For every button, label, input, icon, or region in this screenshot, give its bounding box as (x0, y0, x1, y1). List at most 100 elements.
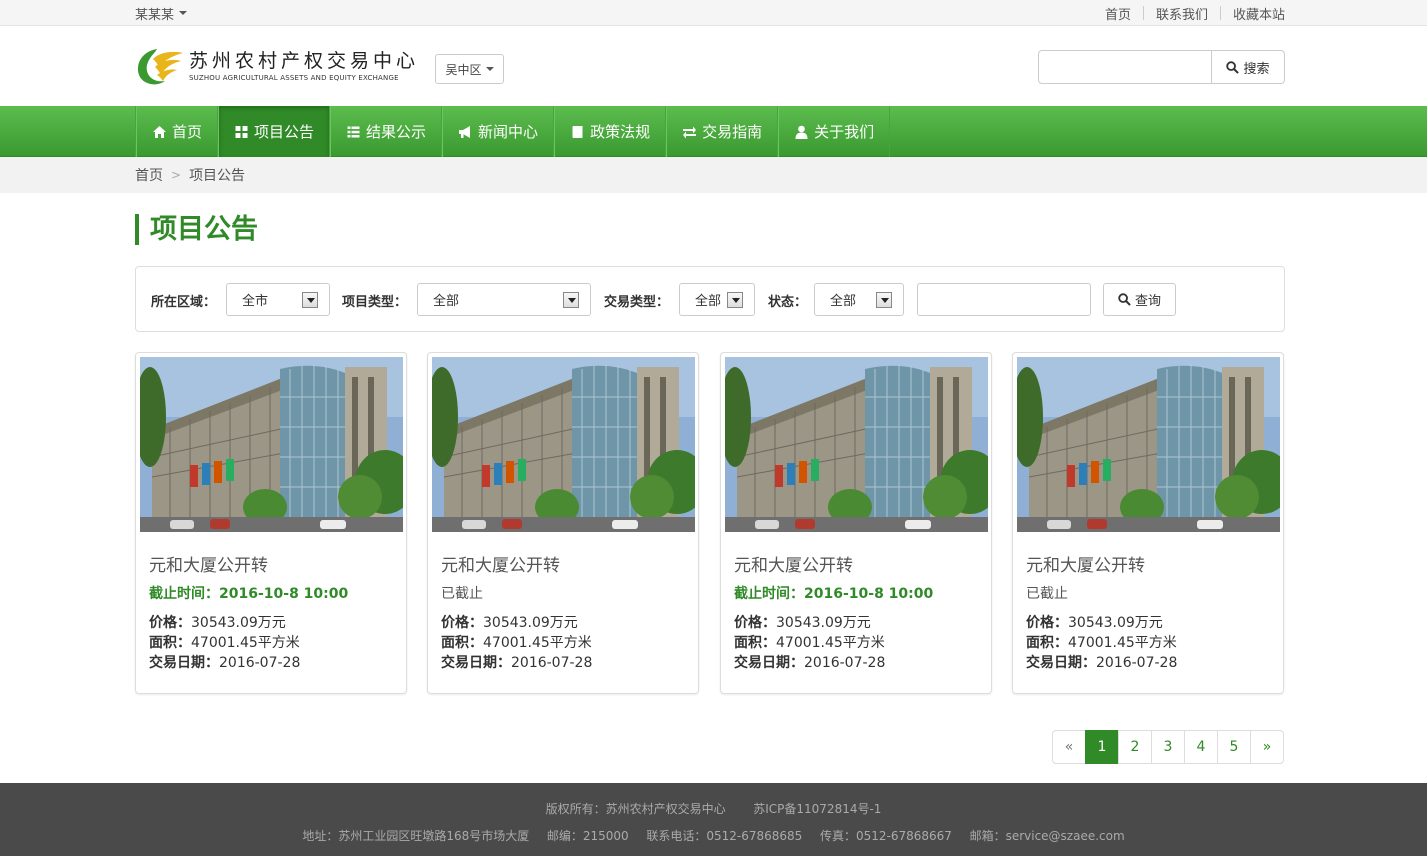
project-card[interactable]: 元和大厦公开转 已截止 价格：30543.09万元 面积：47001.45平方米… (1012, 352, 1284, 694)
top-link-bookmark[interactable]: 收藏本站 (1233, 4, 1285, 23)
price-value: 30543.09万元 (191, 615, 286, 631)
trade-filter-label: 交易类型： (604, 295, 670, 310)
nav-label: 政策法规 (590, 123, 651, 141)
footer: 版权所有：苏州农村产权交易中心 苏ICP备11072814号-1 地址：苏州工业… (0, 783, 1427, 856)
date-value: 2016-07-28 (219, 655, 301, 671)
nav-guide[interactable]: 交易指南 (666, 106, 779, 157)
price-label: 价格： (1026, 615, 1068, 631)
breadcrumb-home[interactable]: 首页 (135, 165, 163, 185)
area-label: 面积： (149, 635, 191, 651)
site-logo[interactable]: 苏州农村产权交易中心 SUZHOU AGRICULTURAL ASSETS AN… (135, 45, 419, 87)
project-title[interactable]: 元和大厦公开转 (441, 551, 560, 576)
chevron-down-icon (563, 292, 579, 308)
nav-announcements[interactable]: 项目公告 (218, 106, 331, 157)
nav-news[interactable]: 新闻中心 (442, 106, 555, 157)
nav-label: 交易指南 (702, 123, 763, 141)
region-dropdown[interactable]: 吴中区 (435, 54, 504, 84)
project-title[interactable]: 元和大厦公开转 (734, 551, 853, 576)
top-links: 首页 联系我们 收藏本站 (1105, 4, 1285, 23)
user-menu[interactable]: 某某某 (135, 4, 188, 23)
status-select[interactable]: 全部 (814, 283, 904, 316)
project-deadline: 已截止 (1026, 586, 1068, 602)
date-value: 2016-07-28 (1096, 655, 1178, 671)
footer-fax: 传真：0512-67868667 (819, 829, 952, 843)
nav-label: 关于我们 (814, 123, 875, 141)
swap-icon (683, 126, 697, 138)
price-label: 价格： (149, 615, 191, 631)
query-button[interactable]: 查询 (1103, 283, 1176, 316)
nav-about[interactable]: 关于我们 (778, 106, 891, 157)
bullhorn-icon (459, 125, 471, 138)
type-select-value: 全部 (433, 294, 460, 309)
pagination-page[interactable]: 5 (1217, 730, 1251, 764)
area-value: 47001.45平方米 (191, 635, 300, 651)
nav-home[interactable]: 首页 (136, 106, 219, 157)
type-select[interactable]: 全部 (417, 283, 591, 316)
project-photo[interactable] (1017, 357, 1280, 532)
keyword-input[interactable] (917, 283, 1091, 316)
chevron-down-icon (727, 292, 743, 308)
footer-postcode: 邮编：215000 (546, 829, 629, 843)
main-nav: 首页 项目公告 结果公示 新闻中心 政策法规 交易指南 关于我们 (0, 106, 1427, 157)
trade-select[interactable]: 全部 (679, 283, 755, 316)
date-value: 2016-07-28 (804, 655, 886, 671)
pagination-page[interactable]: 3 (1151, 730, 1185, 764)
breadcrumb: 首页 > 项目公告 (0, 157, 1427, 193)
date-label: 交易日期： (734, 655, 804, 671)
top-bar: 某某某 首页 联系我们 收藏本站 (0, 0, 1427, 26)
page-title: 项目公告 (135, 214, 258, 245)
project-photo[interactable] (725, 357, 988, 532)
grid-icon (235, 125, 248, 138)
price-value: 30543.09万元 (1068, 615, 1163, 631)
price-value: 30543.09万元 (483, 615, 578, 631)
search-icon (1226, 60, 1240, 74)
date-label: 交易日期： (1026, 655, 1096, 671)
pagination-prev[interactable]: « (1052, 730, 1086, 764)
breadcrumb-current: 项目公告 (189, 168, 246, 184)
area-label: 面积： (734, 635, 776, 651)
pagination-page[interactable]: 4 (1184, 730, 1218, 764)
price-label: 价格： (734, 615, 776, 631)
search-bar: 搜索 (1038, 50, 1285, 84)
footer-copyright: 版权所有：苏州农村产权交易中心 (545, 802, 726, 816)
area-label: 面积： (441, 635, 483, 651)
project-card[interactable]: 元和大厦公开转 已截止 价格：30543.09万元 面积：47001.45平方米… (427, 352, 699, 694)
project-info: 价格：30543.09万元 面积：47001.45平方米 交易日期：2016-0… (1026, 613, 1177, 673)
project-photo[interactable] (432, 357, 695, 532)
caret-down-icon (179, 11, 188, 15)
price-value: 30543.09万元 (776, 615, 871, 631)
project-title[interactable]: 元和大厦公开转 (1026, 551, 1145, 576)
area-value: 47001.45平方米 (483, 635, 592, 651)
pagination-next[interactable]: » (1250, 730, 1284, 764)
footer-icp[interactable]: 苏ICP备11072814号-1 (753, 802, 881, 816)
user-name: 某某某 (135, 7, 175, 23)
nav-policy[interactable]: 政策法规 (554, 106, 667, 157)
pagination-page[interactable]: 1 (1085, 730, 1119, 764)
project-photo[interactable] (140, 357, 403, 532)
logo-title: 苏州农村产权交易中心 (189, 50, 420, 72)
region-select[interactable]: 全市 (226, 283, 330, 316)
caret-down-icon (485, 67, 494, 71)
pagination-page[interactable]: 2 (1118, 730, 1152, 764)
area-label: 面积： (1026, 635, 1068, 651)
search-button[interactable]: 搜索 (1212, 50, 1285, 84)
home-icon (153, 125, 166, 138)
pagination: « 1 2 3 4 5 » (1052, 730, 1284, 764)
top-link-home[interactable]: 首页 (1105, 4, 1131, 23)
footer-email: 邮箱：service@szaee.com (969, 829, 1125, 843)
list-icon (347, 126, 360, 137)
project-card[interactable]: 元和大厦公开转 截止时间：2016-10-8 10:00 价格：30543.09… (135, 352, 407, 694)
project-info: 价格：30543.09万元 面积：47001.45平方米 交易日期：2016-0… (149, 613, 300, 673)
project-info: 价格：30543.09万元 面积：47001.45平方米 交易日期：2016-0… (734, 613, 885, 673)
search-input[interactable] (1038, 50, 1212, 84)
project-title[interactable]: 元和大厦公开转 (149, 551, 268, 576)
nav-label: 新闻中心 (478, 123, 539, 141)
top-link-contact[interactable]: 联系我们 (1156, 4, 1208, 23)
price-label: 价格： (441, 615, 483, 631)
project-card[interactable]: 元和大厦公开转 截止时间：2016-10-8 10:00 价格：30543.09… (720, 352, 992, 694)
nav-results[interactable]: 结果公示 (330, 106, 443, 157)
filter-panel: 所在区域： 全市 项目类型： 全部 交易类型： 全部 状态： 全部 查询 (135, 266, 1285, 332)
region-filter-label: 所在区域： (151, 295, 217, 310)
search-icon (1118, 293, 1131, 306)
date-label: 交易日期： (441, 655, 511, 671)
